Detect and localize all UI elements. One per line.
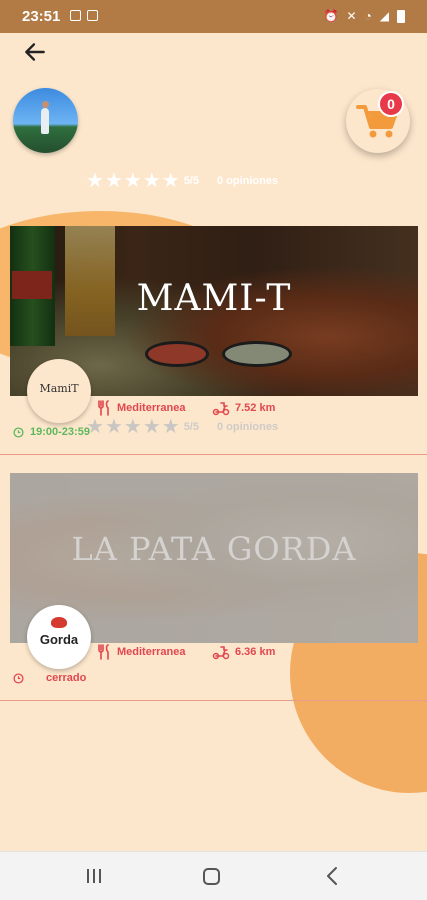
crab-icon [51, 617, 67, 628]
scooter-icon [212, 646, 230, 660]
back-button[interactable] [22, 39, 48, 65]
rating-score: 5/5 [183, 421, 199, 433]
cuisine-label: Mediterranea [117, 646, 186, 658]
distance-label: 6.36 km [235, 646, 276, 658]
cuisine-info: Mediterranea [96, 644, 185, 660]
notification-icon [70, 10, 81, 21]
cuisine-label: Mediterranea [117, 402, 186, 414]
restaurant-logo: MamiT [27, 359, 91, 423]
battery-icon [397, 9, 405, 23]
restaurant-name: LA PATA GORDA [71, 530, 357, 568]
hours-label: cerrado [46, 672, 87, 684]
clock-icon [13, 672, 24, 684]
rating: ★ ★ ★ ★ ★ 5/5 0 opiniones [86, 171, 278, 191]
rating-score: 5/5 [183, 175, 199, 187]
reviews-count: 0 opiniones [216, 175, 279, 187]
chevron-left-icon [327, 867, 337, 885]
distance-label: 7.52 km [235, 402, 276, 414]
star-icon: ★ [86, 416, 104, 438]
mute-icon: ✕ [346, 9, 357, 23]
status-time: 23:51 [22, 8, 61, 25]
user-avatar[interactable] [13, 88, 78, 153]
divider [0, 454, 427, 455]
clock-icon [13, 426, 24, 438]
distance-info: 6.36 km [212, 644, 275, 660]
logo-text: MamiT [39, 382, 79, 395]
star-icon: ★ [161, 416, 180, 438]
logo-text: Gorda [39, 632, 79, 647]
fork-knife-icon [98, 644, 109, 660]
system-back-button[interactable] [325, 866, 339, 886]
cart-button[interactable]: 0 [346, 89, 410, 153]
cuisine-info: Mediterranea [96, 400, 185, 416]
star-icon: ★ [161, 170, 180, 192]
alarm-icon: ⏰ [323, 9, 339, 23]
opening-hours: 19:00-23:59 [13, 426, 90, 438]
divider [0, 700, 427, 701]
star-icon: ★ [142, 416, 161, 438]
hours-label: 19:00-23:59 [30, 426, 90, 438]
star-icon: ★ [123, 170, 142, 192]
signal-icon: ◢ [379, 9, 389, 23]
status-bar: 23:51 ⏰ ✕ ◔ ◢ [0, 0, 427, 33]
restaurant-name: MAMI-T [136, 278, 292, 319]
star-icon: ★ [142, 170, 161, 192]
reviews-count: 0 opiniones [216, 421, 279, 433]
home-button[interactable] [203, 868, 220, 885]
star-icon: ★ [104, 416, 123, 438]
star-icon: ★ [86, 170, 104, 192]
recent-apps-button[interactable] [86, 869, 102, 883]
system-navigation-bar [0, 851, 427, 900]
scooter-icon [212, 402, 230, 416]
distance-info: 7.52 km [212, 400, 275, 416]
wifi-icon: ◔ [364, 9, 372, 23]
star-icon: ★ [123, 416, 142, 438]
cart-count-badge: 0 [378, 91, 404, 117]
opening-hours: cerrado [13, 672, 86, 684]
star-icon: ★ [104, 170, 123, 192]
arrow-left-icon [25, 43, 45, 61]
gallery-icon [87, 10, 98, 21]
fork-knife-icon [98, 400, 109, 416]
restaurant-list-screen: 0 MAMI-T ★ ★ ★ ★ ★ 5/5 0 opiniones MamiT… [0, 33, 427, 851]
restaurant-logo: Gorda [27, 605, 91, 669]
rating: ★ ★ ★ ★ ★ 5/5 0 opiniones [86, 417, 278, 437]
